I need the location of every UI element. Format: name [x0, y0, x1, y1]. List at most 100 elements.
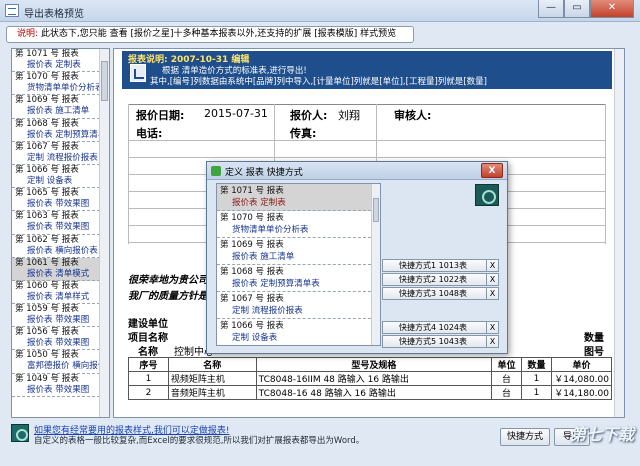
shortcut-label: 快捷方式2: [399, 275, 437, 284]
custom-report-icon: [11, 424, 29, 442]
col-header: 单价: [550, 357, 613, 372]
dialog-icon: [211, 166, 221, 176]
word-icon: [130, 64, 146, 82]
table-cell: 1: [521, 371, 552, 386]
list-item-name: 报价表 定制预算清单表: [232, 279, 320, 289]
list-item-name: 定制 设备表: [232, 333, 278, 343]
list-item[interactable]: 第 1066 号 报表 定制 设备表: [12, 165, 100, 189]
hint-bar: 说明: 此状态下,您只能 查看 [报价之星]十多种基本报表以外,还支持的扩展 […: [6, 26, 414, 43]
list-item-name: 富邦德报价 横向报价表: [27, 361, 110, 372]
table-row: 1 视频矩阵主机 TC8048-16IIM 48 路输入 16 路输出 台 1 …: [128, 371, 613, 386]
dialog-report-list[interactable]: 第 1071 号 报表 报价表 定制表 第 1070 号 报表 货物清单单价分析表 …: [216, 183, 381, 346]
list-item[interactable]: 第 1060 号 报表 报价表 清单样式: [12, 281, 100, 305]
list-item-number: 第 1059 号 报表: [15, 304, 79, 315]
dialog-list-item[interactable]: 第 1069 号 报表报价表 施工清单: [217, 238, 371, 265]
list-item-selected[interactable]: 第 1061 号 报表 报价表 清单模式: [12, 257, 100, 281]
list-item-name: 报价表 施工清单: [232, 252, 295, 262]
dialog-scroll-thumb[interactable]: [373, 198, 379, 222]
hint-label: 说明:: [17, 29, 39, 39]
col-header: 单位: [491, 357, 523, 372]
close-button[interactable]: ✕: [590, 0, 634, 18]
grid-line: [128, 140, 606, 141]
shortcut-2-clear-button[interactable]: X: [486, 273, 499, 286]
table-cell: 台: [491, 371, 523, 386]
col-header: 数量: [521, 357, 552, 372]
shortcut-3-clear-button[interactable]: X: [486, 287, 499, 300]
dialog-list-item[interactable]: 第 1068 号 报表 报价表 定制预算清单表: [217, 265, 371, 292]
watermark: 第七下载: [569, 425, 634, 444]
list-item-number: 第 1068 号 报表: [15, 118, 79, 129]
dialog-list-item[interactable]: 第 1070 号 报表 货物清单单价分析表: [217, 211, 371, 238]
shortcut-2-button[interactable]: 快捷方式2 1022表: [382, 273, 492, 286]
table-cell: ￥14,080.00: [550, 371, 613, 386]
shortcut-5-button[interactable]: 快捷方式5 1043表: [382, 335, 492, 348]
fax-label: 传真:: [290, 127, 317, 140]
list-item-name: 定制 流程报价报表: [232, 306, 303, 316]
shortcut-1-button[interactable]: 快捷方式1 1013表: [382, 259, 492, 272]
phone-label: 电话:: [136, 127, 163, 140]
table-cell: TC8048-16IIM 48 路输入 16 路输出: [255, 371, 493, 386]
shortcut-dialog: 定义 报表 快捷方式 X 第 1071 号 报表 报价表 定制表 第 1070 号…: [206, 161, 508, 354]
table-cell: 台: [491, 385, 523, 400]
list-item[interactable]: 第 1069 号 报表 报价表 施工清单: [12, 95, 100, 119]
dialog-title-bar: 定义 报表 快捷方式 X: [207, 162, 507, 180]
table-cell: ￥14,180.00: [550, 385, 613, 400]
dialog-list-scrollbar[interactable]: [371, 184, 380, 345]
list-item-number: 第 1069 号 报表: [220, 240, 284, 250]
dialog-list-item-selected[interactable]: 第 1071 号 报表 报价表 定制表: [217, 184, 371, 211]
shortcut-button[interactable]: 快捷方式: [500, 428, 550, 446]
col-header: 名称: [167, 357, 257, 372]
export-note: 自定义的表格一般比较复杂,而Excel的要求很规范,所以我们对扩展报表都导出为W…: [34, 436, 365, 446]
qty-header: 数量: [584, 333, 604, 344]
list-item[interactable]: 第 1056 号 报表 报价表 带效果图: [12, 327, 100, 351]
shortcut-value: 1043表: [438, 337, 467, 346]
list-item[interactable]: 第 1070 号 报表 货物清单单价分析表: [12, 72, 104, 96]
shortcut-1-clear-button[interactable]: X: [486, 259, 499, 272]
maximize-button[interactable]: ▭: [564, 0, 590, 18]
list-item[interactable]: 第 1059 号 报表 报价表 带效果图: [12, 304, 100, 328]
grid-line: [128, 104, 129, 244]
list-item[interactable]: 第 1065 号 报表 报价表 带效果图: [12, 188, 100, 212]
shortcut-3-button[interactable]: 快捷方式3 1048表: [382, 287, 492, 300]
list-item[interactable]: 第 1063 号 报表 报价表 带效果图: [12, 211, 100, 235]
minimize-button[interactable]: —: [538, 0, 564, 18]
list-item-name: 货物清单单价分析表: [27, 83, 104, 94]
shortcut-value: 1024表: [438, 323, 467, 332]
date-label: 报价日期:: [136, 109, 185, 122]
list-item-name: 报价表 带效果图: [27, 384, 90, 395]
list-item-number: 第 1050 号 报表: [15, 350, 79, 361]
list-item-name: 报价表 带效果图: [27, 315, 90, 326]
shortcut-5-clear-button[interactable]: X: [486, 335, 499, 348]
list-item-name: 报价表 定制预算清单表: [27, 129, 110, 140]
list-item[interactable]: 第 1068 号 报表 报价表 定制预算清单表: [12, 118, 110, 142]
list-item[interactable]: 第 1067 号 报表 定制 流程报价报表: [12, 142, 100, 165]
dialog-list-item[interactable]: 第 1067 号 报表 定制 流程报价报表: [217, 292, 371, 319]
dialog-list-item[interactable]: 第 1066 号 报表 定制 设备表: [217, 319, 371, 345]
list-scroll-thumb[interactable]: [101, 61, 108, 101]
shortcut-4-clear-button[interactable]: X: [486, 321, 499, 334]
table-cell: 音频矩阵主机: [167, 385, 257, 400]
project-label: 项目名称: [128, 333, 168, 344]
col-header: 型号及规格: [255, 357, 493, 372]
list-item-number: 第 1063 号 报表: [15, 211, 79, 222]
list-item[interactable]: 第 1050 号 报表 富邦德报价 横向报价表: [12, 350, 110, 374]
list-item-name: 报价表 带效果图: [27, 338, 90, 349]
list-item-number: 第 1065 号 报表: [15, 188, 79, 199]
bottom-bar: 如果您有经常要用的报表样式,我们可以定做报表! 自定义的表格一般比较复杂,而Ex…: [0, 421, 640, 466]
app-logo-icon: [475, 184, 499, 206]
window-controls: — ▭ ✕: [538, 0, 634, 18]
list-item-name: 报价表 定制表: [27, 60, 81, 70]
preview-scrollbar[interactable]: [614, 49, 624, 417]
shortcut-label: 快捷方式5: [399, 337, 437, 346]
slogan-line-2: 我厂的质量方针是: [128, 291, 208, 302]
dialog-close-button[interactable]: X: [481, 163, 503, 178]
list-item[interactable]: 第 1071 号 报表 报价表 定制表: [12, 49, 100, 73]
report-list[interactable]: 第 1071 号 报表 报价表 定制表 第 1070 号 报表 货物清单单价分析表 …: [11, 48, 110, 418]
shortcut-4-button[interactable]: 快捷方式4 1024表: [382, 321, 492, 334]
grid-line: [128, 157, 606, 158]
list-item[interactable]: 第 1049 号 报表 报价表 带效果图: [12, 374, 100, 397]
list-scrollbar[interactable]: [99, 49, 109, 417]
list-item[interactable]: 第 1062 号 报表 报价表 横向报价表: [12, 235, 100, 258]
table-header-row: 序号 名称 型号及规格 单位 数量 单价: [128, 357, 613, 372]
table-cell: 1: [521, 385, 552, 400]
